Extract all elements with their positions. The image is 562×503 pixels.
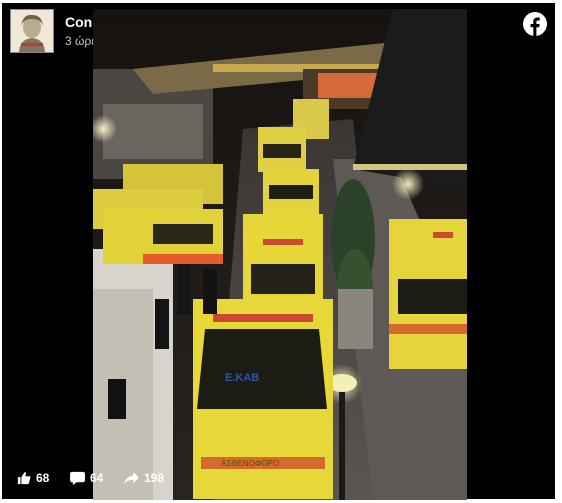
comments-count: 64	[90, 471, 104, 485]
avatar-portrait-icon	[11, 10, 53, 52]
share-arrow-icon	[124, 471, 139, 485]
thumbs-up-icon	[17, 472, 31, 485]
post-photo[interactable]: Ε.ΚΑΒ ΑΣΘΕΝΟΦΟΡΟ	[93, 9, 467, 500]
facebook-post-card: Constantina Romana 3 ώρες πριν	[2, 3, 555, 500]
shares-count: 198	[144, 471, 165, 485]
shares-stat[interactable]: 198	[124, 469, 164, 487]
post-footer: 68 64 198	[2, 459, 555, 499]
comment-icon	[70, 471, 85, 485]
facebook-icon[interactable]	[523, 12, 547, 36]
avatar[interactable]	[10, 9, 54, 53]
likes-count: 68	[36, 471, 50, 485]
comments-stat[interactable]: 64	[70, 469, 103, 487]
ambulance-label: Ε.ΚΑΒ	[225, 372, 259, 384]
ambulance-night-photo: Ε.ΚΑΒ ΑΣΘΕΝΟΦΟΡΟ	[93, 9, 467, 500]
likes-stat[interactable]: 68	[17, 469, 49, 487]
screenshot-frame: Constantina Romana 3 ώρες πριν	[0, 0, 562, 503]
